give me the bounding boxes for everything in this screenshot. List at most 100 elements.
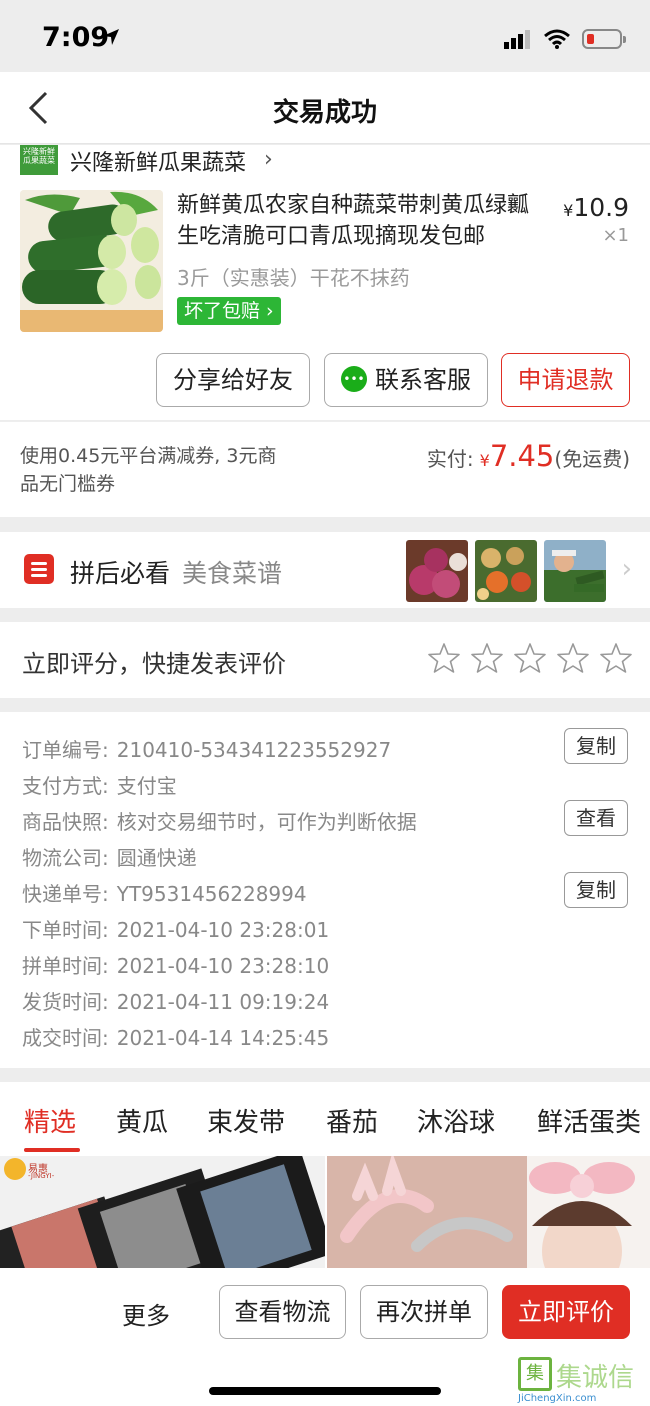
- watermark-logo-icon: 集: [518, 1357, 552, 1391]
- refund-button[interactable]: 申请退款: [501, 353, 630, 407]
- order-card: 兴隆新鲜瓜果蔬菜 兴隆新鲜瓜果蔬菜 › 新鲜黄瓜农家自种蔬菜带刺黄瓜绿瓤生吃清脆…: [0, 145, 650, 420]
- product-title[interactable]: 新鲜黄瓜农家自种蔬菜带刺黄瓜绿瓤生吃清脆可口青瓜现摘现发包邮: [177, 190, 542, 252]
- list-icon: [24, 554, 54, 584]
- detail-label: 支付方式:: [22, 774, 109, 798]
- star-rating: [428, 642, 632, 674]
- view-snapshot-button[interactable]: 查看: [564, 800, 628, 836]
- payment-summary: 使用0.45元平台满减券, 3元商品无门槛券 实付: ¥7.45(免运费): [0, 421, 650, 517]
- detail-group-time: 拼单时间: 2021-04-10 23:28:10: [22, 950, 329, 979]
- feed-item-headbands[interactable]: [327, 1156, 650, 1268]
- headbands-image: [327, 1156, 650, 1268]
- store-logo: 兴隆新鲜瓜果蔬菜: [20, 145, 58, 175]
- share-button[interactable]: 分享给好友: [156, 353, 310, 407]
- watermark-url: JiChengXin.com: [518, 1393, 597, 1404]
- recommend-tabs: 精选 黄瓜 束发带 番茄 沐浴球 鲜活蛋类: [0, 1082, 650, 1156]
- battery-icon: [582, 29, 626, 49]
- reorder-button[interactable]: 再次拼单: [360, 1285, 488, 1339]
- thumb-vegetables: [475, 540, 537, 602]
- nav-bar: 交易成功: [0, 72, 650, 144]
- recipe-banner[interactable]: 拼后必看 美食菜谱 ›: [0, 532, 650, 608]
- star-icon[interactable]: [471, 642, 503, 674]
- detail-value: 圆通快递: [116, 846, 197, 870]
- watermark: 集 集诚信 JiChengXin.com: [518, 1357, 638, 1405]
- detail-label: 下单时间:: [22, 918, 109, 942]
- status-icons: [504, 26, 626, 52]
- thumb-farmer: [544, 540, 606, 602]
- chat-bubble-icon: •••: [341, 366, 367, 392]
- star-icon[interactable]: [600, 642, 632, 674]
- guarantee-badge[interactable]: 坏了包赔 ›: [177, 297, 281, 325]
- detail-order-time: 下单时间: 2021-04-10 23:28:01: [22, 914, 329, 943]
- paid-currency: ¥: [479, 451, 490, 470]
- detail-label: 快递单号:: [22, 882, 109, 906]
- thumb-onions: [406, 540, 468, 602]
- detail-value: 2021-04-10 23:28:10: [116, 954, 330, 978]
- chevron-right-icon[interactable]: ›: [264, 147, 273, 172]
- brand-sub: -JINGYI-: [28, 1172, 55, 1180]
- banner-subtitle: 美食菜谱: [182, 559, 283, 588]
- status-time: 7:09: [42, 22, 110, 53]
- tab-fresh-eggs[interactable]: 鲜活蛋类: [537, 1102, 641, 1139]
- star-icon[interactable]: [514, 642, 546, 674]
- write-review-button[interactable]: 立即评价: [502, 1285, 630, 1339]
- detail-label: 物流公司:: [22, 846, 109, 870]
- cellular-signal-icon: [504, 30, 530, 49]
- tab-hairband[interactable]: 束发带: [207, 1102, 285, 1139]
- store-name[interactable]: 兴隆新鲜瓜果蔬菜: [70, 145, 246, 177]
- coupon-text: 使用0.45元平台满减券, 3元商品无门槛券: [20, 445, 277, 495]
- price-value: 10.9: [573, 193, 629, 222]
- detail-value: YT9531456228994: [116, 882, 307, 906]
- chevron-right-icon[interactable]: ›: [622, 554, 632, 584]
- guarantee-badge-label: 坏了包赔: [184, 300, 261, 322]
- feed-item-towels[interactable]: 易惠 -JINGYI-: [0, 1156, 334, 1268]
- rating-label: 立即评分，快捷发表评价: [22, 650, 286, 678]
- detail-value: 核对交易细节时，可作为判断依据: [116, 810, 417, 834]
- copy-order-number-button[interactable]: 复制: [564, 728, 628, 764]
- detail-courier: 物流公司: 圆通快递: [22, 842, 197, 871]
- detail-label: 成交时间:: [22, 1026, 109, 1050]
- detail-snapshot: 商品快照: 核对交易细节时，可作为判断依据: [22, 806, 417, 835]
- shipping-note: (免运费): [554, 447, 630, 471]
- page-title: 交易成功: [272, 98, 377, 128]
- product-quantity: ×1: [602, 225, 629, 246]
- currency-symbol: ¥: [563, 201, 574, 220]
- brand-logo-icon: [4, 1158, 26, 1180]
- wifi-icon: [544, 29, 570, 49]
- paid-value: 7.45: [489, 439, 555, 473]
- product-price: ¥10.9: [563, 193, 629, 222]
- tab-active-indicator: [24, 1148, 80, 1152]
- product-feed: 易惠 -JINGYI-: [0, 1156, 650, 1268]
- watermark-text: 集诚信: [556, 1363, 635, 1393]
- tab-bath-ball[interactable]: 沐浴球: [417, 1102, 495, 1139]
- detail-label: 商品快照:: [22, 810, 109, 834]
- tab-tomato[interactable]: 番茄: [326, 1102, 378, 1139]
- star-icon[interactable]: [428, 642, 460, 674]
- contact-service-label: 联系客服: [375, 366, 471, 394]
- detail-label: 订单编号:: [22, 738, 109, 762]
- tab-featured[interactable]: 精选: [24, 1102, 76, 1139]
- contact-service-button[interactable]: ••• 联系客服: [324, 353, 488, 407]
- detail-order-number: 订单编号: 210410-534341223552927: [22, 734, 391, 763]
- detail-value: 支付宝: [116, 774, 177, 798]
- product-image[interactable]: [20, 190, 163, 332]
- view-logistics-button[interactable]: 查看物流: [219, 1285, 346, 1339]
- tab-cucumber[interactable]: 黄瓜: [116, 1102, 168, 1139]
- detail-label: 发货时间:: [22, 990, 109, 1014]
- paid-label: 实付:: [426, 447, 474, 471]
- cucumber-image: [20, 190, 163, 332]
- location-arrow-icon: [103, 29, 119, 45]
- detail-ship-time: 发货时间: 2021-04-11 09:19:24: [22, 986, 329, 1015]
- detail-value: 210410-534341223552927: [116, 738, 392, 762]
- detail-tracking-number: 快递单号: YT9531456228994: [22, 878, 307, 907]
- banner-title: 拼后必看: [70, 559, 171, 588]
- detail-value: 2021-04-10 23:28:01: [116, 918, 330, 942]
- detail-value: 2021-04-14 14:25:45: [116, 1026, 330, 1050]
- detail-value: 2021-04-11 09:19:24: [116, 990, 330, 1014]
- copy-tracking-button[interactable]: 复制: [564, 872, 628, 908]
- star-icon[interactable]: [557, 642, 589, 674]
- detail-label: 拼单时间:: [22, 954, 109, 978]
- more-button[interactable]: 更多: [122, 1296, 170, 1331]
- order-details: 订单编号: 210410-534341223552927 复制 支付方式: 支付宝 …: [0, 712, 650, 1068]
- detail-complete-time: 成交时间: 2021-04-14 14:25:45: [22, 1022, 329, 1051]
- rating-section: 立即评分，快捷发表评价: [0, 622, 650, 698]
